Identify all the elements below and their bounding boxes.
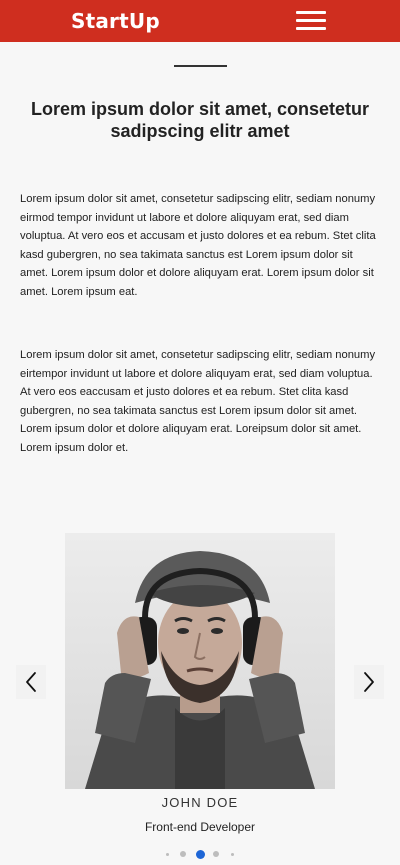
carousel-next-button[interactable] (354, 665, 384, 699)
section-heading: Lorem ipsum dolor sit amet, consetetur s… (30, 99, 370, 141)
paragraph: Lorem ipsum dolor sit amet, consetetur s… (20, 349, 376, 454)
carousel-dot[interactable] (213, 851, 219, 857)
team-member-name: JOHN DOE (161, 795, 239, 810)
section-divider (174, 65, 227, 67)
carousel-dot[interactable] (195, 849, 205, 859)
carousel-dot[interactable] (180, 851, 186, 857)
team-member-photo (65, 533, 335, 789)
carousel-dot[interactable] (230, 852, 234, 856)
hamburger-menu-icon[interactable] (294, 9, 330, 33)
navbar: StartUp (0, 0, 400, 42)
brand-logo[interactable]: StartUp (71, 8, 160, 34)
chevron-right-icon (364, 672, 374, 692)
carousel-prev-button[interactable] (16, 665, 46, 699)
team-member-role: Front-end Developer (144, 820, 256, 834)
carousel-dot[interactable] (165, 852, 169, 856)
carousel-dots (0, 848, 400, 860)
team-carousel: JOHN DOE Front-end Developer (0, 533, 400, 865)
chevron-left-icon (26, 672, 36, 692)
paragraph: Lorem ipsum dolor sit amet, consetetur s… (20, 193, 376, 298)
